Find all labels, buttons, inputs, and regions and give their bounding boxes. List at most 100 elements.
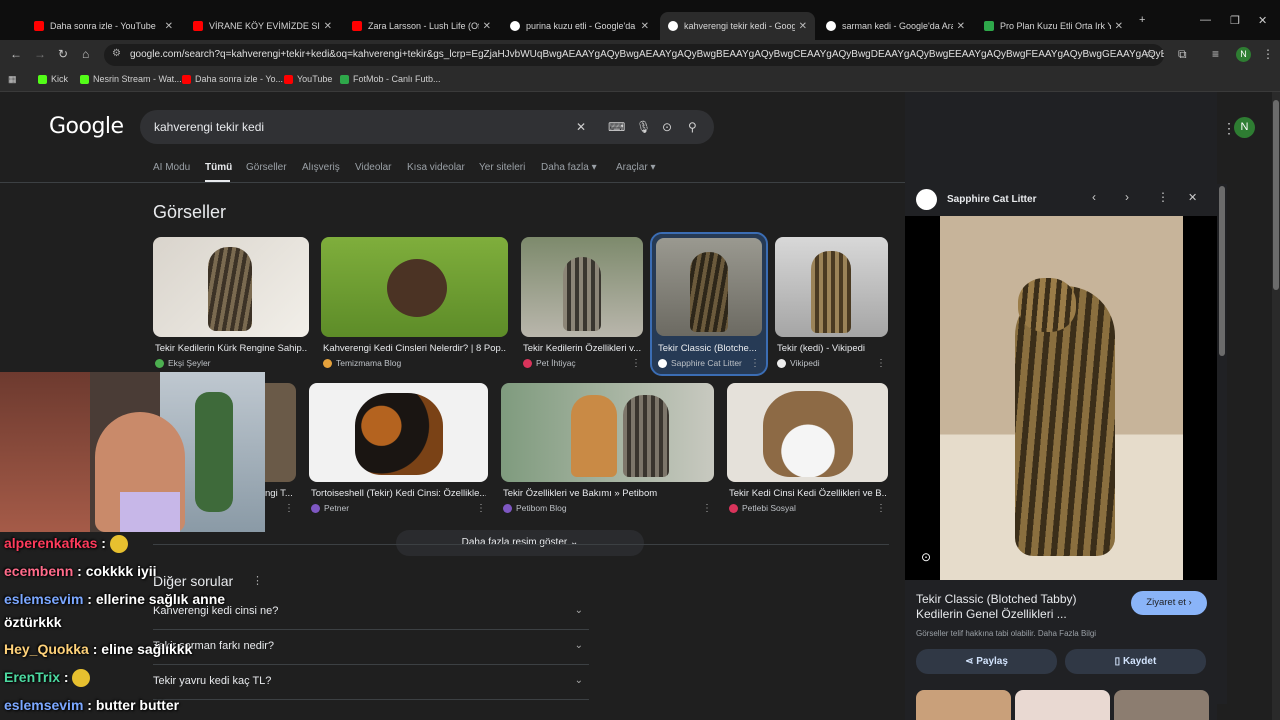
close-tab-icon[interactable]: ✕ — [957, 21, 965, 32]
browser-tab[interactable]: Zara Larsson - Lush Life (Offici✕ — [344, 12, 499, 40]
new-tab-icon[interactable]: + — [1139, 14, 1145, 26]
close-tab-icon[interactable]: ✕ — [641, 21, 649, 32]
lens-icon[interactable]: ⊙ — [921, 550, 931, 564]
address-bar[interactable]: ⚙ google.com/search?q=kahverengi+tekir+k… — [104, 44, 1164, 66]
visit-button[interactable]: Ziyaret et › — [1131, 591, 1207, 615]
image-result[interactable]: Tekir Kedi Cinsi Kedi Özellikleri ve B..… — [727, 383, 888, 518]
tab-short-videos[interactable]: Kısa videolar — [407, 162, 465, 173]
browser-tab[interactable]: sarman kedi - Google'da Ara ✕ — [818, 12, 973, 40]
preview-image[interactable]: ⊙ — [905, 216, 1217, 580]
menu-icon[interactable]: ⋮ — [1262, 47, 1274, 61]
browser-tab-active[interactable]: kahverengi tekir kedi - Google' ✕ — [660, 12, 815, 40]
image-result[interactable]: Tekir Kedilerin Kürk Rengine Sahip... Ek… — [153, 237, 309, 372]
tab-all[interactable]: Tümü — [205, 162, 232, 173]
bookmark[interactable]: Kick — [38, 74, 68, 84]
reload-icon[interactable]: ↻ — [58, 47, 68, 61]
related-thumbnail[interactable] — [1015, 690, 1110, 720]
browser-tab[interactable]: Pro Plan Kuzu Etli Orta Irk Yetiş✕ — [976, 12, 1131, 40]
browser-tab[interactable]: VİRANE KÖY EVİMİZDE SIRADIŞI✕ — [185, 12, 340, 40]
profile-avatar[interactable]: N — [1236, 47, 1251, 62]
back-icon[interactable]: ← — [10, 47, 22, 61]
close-tab-icon[interactable]: ✕ — [324, 21, 332, 32]
tab-videos[interactable]: Videolar — [355, 162, 392, 173]
tab-ai-mode[interactable]: AI Modu — [153, 162, 190, 173]
save-button[interactable]: ▯ Kaydet — [1065, 649, 1206, 674]
chat-message: ErenTrix : — [4, 669, 91, 688]
panel-scrollbar-thumb[interactable] — [1219, 186, 1225, 356]
more-options-icon[interactable]: ⋮ — [876, 503, 886, 514]
close-tab-icon[interactable]: ✕ — [1115, 21, 1123, 32]
chat-message: öztürkkk — [4, 614, 62, 630]
tab-more[interactable]: Daha fazla ▾ — [541, 162, 597, 173]
more-options-icon[interactable]: ⋮ — [702, 503, 712, 514]
kick-icon — [80, 74, 89, 84]
chat-message: eslemsevim : ellerine sağlık anne — [4, 591, 226, 607]
image-result[interactable]: Tortoiseshell (Tekir) Kedi Cinsi: Özelli… — [309, 383, 488, 518]
image-result[interactable]: Tekir (kedi) - Vikipedi Vikipedi ⋮ — [775, 237, 888, 372]
account-avatar[interactable]: N — [1234, 117, 1255, 138]
cat-thumbnail — [309, 383, 488, 482]
restore-icon[interactable]: ❐ — [1230, 14, 1240, 27]
page-scrollbar-thumb[interactable] — [1273, 100, 1279, 290]
bookmark-star-icon[interactable]: ☆ — [1144, 47, 1155, 61]
question-row[interactable]: Tekir yavru kedi kaç TL? ⌄ — [153, 665, 589, 700]
microphone-icon[interactable]: 🎙 — [636, 120, 651, 134]
related-thumbnail[interactable] — [916, 690, 1011, 720]
more-options-icon[interactable]: ⋮ — [876, 358, 886, 369]
more-options-icon[interactable]: ⋮ — [631, 358, 641, 369]
next-icon[interactable]: › — [1125, 190, 1129, 204]
more-images-button[interactable]: Daha fazla resim göster ⌄ — [396, 530, 644, 556]
bookmark[interactable]: YouTube — [284, 74, 332, 84]
image-result-selected[interactable]: Tekir Classic (Blotche... Sapphire Cat L… — [650, 232, 768, 376]
tab-images[interactable]: Görseller — [246, 162, 287, 173]
more-options-icon[interactable]: ⋮ — [284, 503, 294, 514]
more-options-icon[interactable]: ⋮ — [476, 503, 486, 514]
preview-title[interactable]: Tekir Classic (Blotched Tabby) Kedilerin… — [916, 592, 1116, 622]
bookmark[interactable]: FotMob - Canlı Futb... — [340, 74, 441, 84]
webcam-overlay — [0, 372, 265, 532]
home-icon[interactable]: ⌂ — [82, 47, 89, 61]
tab-tools[interactable]: Araçlar ▾ — [616, 162, 655, 173]
close-tab-icon[interactable]: ✕ — [799, 21, 807, 32]
question-row[interactable]: Tekir sarman farkı nedir? ⌄ — [153, 630, 589, 665]
youtube-icon — [284, 74, 293, 84]
close-window-icon[interactable]: ✕ — [1258, 14, 1267, 27]
tab-places[interactable]: Yer siteleri — [479, 162, 525, 173]
search-input[interactable]: kahverengi tekir kedi ✕ ⌨ 🎙 ⊙ ⚲ — [140, 110, 714, 144]
bookmark[interactable]: Daha sonra izle - Yo... — [182, 74, 283, 84]
share-button[interactable]: ⋖ Paylaş — [916, 649, 1057, 674]
fotmob-icon — [340, 74, 349, 84]
image-result[interactable]: ngi T... ⋮ — [265, 383, 296, 518]
close-tab-icon[interactable]: ✕ — [483, 21, 491, 32]
minimize-icon[interactable]: — — [1200, 14, 1211, 26]
cat-thumbnail — [153, 237, 309, 337]
google-icon — [510, 21, 520, 31]
more-options-icon[interactable]: ⋮ — [750, 358, 760, 369]
search-icon[interactable]: ⚲ — [688, 120, 697, 134]
tab-shopping[interactable]: Alışveriş — [302, 162, 340, 173]
lens-icon[interactable]: ⊙ — [662, 120, 672, 134]
close-tab-icon[interactable]: ✕ — [165, 21, 173, 32]
image-result[interactable]: Tekir Özellikleri ve Bakımı » Petibom Pe… — [501, 383, 714, 518]
close-icon[interactable]: ✕ — [1188, 191, 1197, 204]
bookmark[interactable]: Nesrin Stream - Wat... — [80, 74, 182, 84]
browser-tab[interactable]: purina kuzu etli - Google'da Ar ✕ — [502, 12, 657, 40]
youtube-icon — [352, 21, 362, 31]
site-info-icon[interactable]: ⚙ — [112, 48, 121, 59]
media-icon[interactable]: ≡ — [1212, 47, 1219, 61]
extensions-icon[interactable]: ⧉ — [1178, 47, 1187, 62]
apps-icon[interactable]: ▦ — [8, 74, 17, 85]
preview-source[interactable]: Sapphire Cat Litter — [947, 194, 1036, 205]
clear-icon[interactable]: ✕ — [576, 120, 586, 134]
image-result[interactable]: Kahverengi Kedi Cinsleri Nelerdir? | 8 P… — [321, 237, 508, 372]
image-result[interactable]: Tekir Kedilerin Özellikleri v... Pet İht… — [521, 237, 643, 372]
google-logo[interactable]: Google — [49, 114, 124, 139]
more-options-icon[interactable]: ⋮ — [252, 574, 263, 587]
related-thumbnail[interactable] — [1114, 690, 1209, 720]
browser-tab[interactable]: Daha sonra izle - YouTube ✕ — [26, 12, 181, 40]
forward-icon[interactable]: → — [34, 47, 46, 61]
keyboard-icon[interactable]: ⌨ — [608, 120, 625, 134]
chevron-down-icon: ⌄ — [574, 640, 583, 651]
more-options-icon[interactable]: ⋮ — [1157, 190, 1169, 204]
previous-icon[interactable]: ‹ — [1092, 190, 1096, 204]
